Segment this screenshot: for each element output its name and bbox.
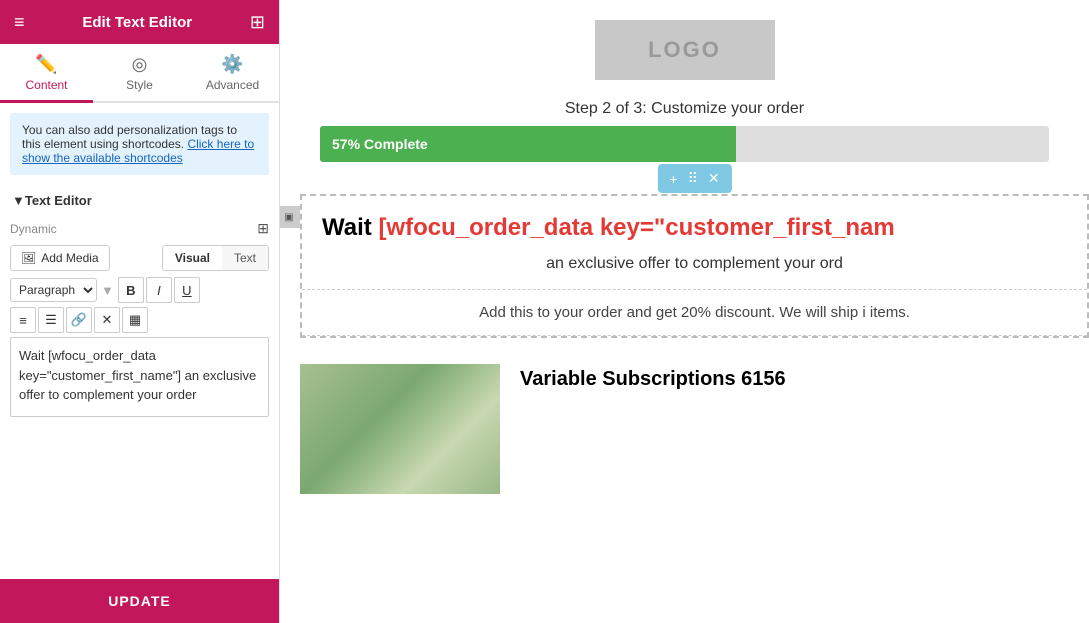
widget-selected-area: + ⠿ ✕ ▣ Wait [wfocu_order_data key="cust… bbox=[300, 194, 1089, 338]
add-media-label: Add Media bbox=[41, 251, 98, 265]
advanced-icon: ⚙️ bbox=[221, 54, 243, 75]
top-bar: ≡ Edit Text Editor ⊞ bbox=[0, 0, 279, 44]
remove-format-icon[interactable]: ✕ bbox=[94, 307, 120, 333]
section-header[interactable]: ▼ Text Editor bbox=[0, 185, 279, 216]
product-row: Variable Subscriptions 6156 bbox=[280, 348, 1089, 510]
step-text: Step 2 of 3: Customize your order bbox=[280, 90, 1089, 126]
logo-text: LOGO bbox=[648, 37, 721, 63]
editor-buttons-row: 🖼 Add Media Visual Text bbox=[10, 245, 269, 271]
content-icon: ✏️ bbox=[35, 54, 57, 75]
product-details: Variable Subscriptions 6156 bbox=[520, 364, 786, 391]
bold-button[interactable]: B bbox=[118, 277, 144, 303]
section-label: Text Editor bbox=[25, 193, 92, 208]
italic-button[interactable]: I bbox=[146, 277, 172, 303]
main-heading: Wait [wfocu_order_data key="customer_fir… bbox=[302, 196, 1087, 247]
heading-prefix: Wait bbox=[322, 214, 378, 241]
left-panel: ≡ Edit Text Editor ⊞ ✏️ Content ◎ Style … bbox=[0, 0, 280, 623]
handle-icon: ▣ bbox=[284, 212, 293, 223]
collapse-arrow-icon: ▼ bbox=[12, 193, 25, 208]
progress-bar: 57% Complete bbox=[320, 126, 736, 162]
underline-button[interactable]: U bbox=[174, 277, 200, 303]
product-image bbox=[300, 364, 500, 494]
update-button[interactable]: UPDATE bbox=[108, 593, 171, 609]
bottom-bar: UPDATE bbox=[0, 579, 279, 623]
dynamic-label: Dynamic bbox=[10, 222, 57, 236]
add-media-button[interactable]: 🖼 Add Media bbox=[10, 245, 110, 271]
offer-text: Add this to your order and get 20% disco… bbox=[479, 304, 910, 321]
panel-title: Edit Text Editor bbox=[82, 14, 192, 31]
ft-move-button[interactable]: ⠿ bbox=[684, 168, 702, 189]
hamburger-icon[interactable]: ≡ bbox=[14, 12, 25, 33]
dynamic-grid-icon[interactable]: ⊞ bbox=[257, 220, 269, 237]
product-title: Variable Subscriptions 6156 bbox=[520, 364, 786, 391]
progress-label: 57% Complete bbox=[332, 136, 428, 152]
visual-text-tabs: Visual Text bbox=[162, 245, 269, 271]
tab-style[interactable]: ◎ Style bbox=[93, 44, 186, 103]
logo-box: LOGO bbox=[595, 20, 775, 80]
tab-advanced-label: Advanced bbox=[206, 78, 259, 92]
format-bar: Paragraph ▼ B I U bbox=[10, 277, 269, 303]
offer-text-area: Add this to your order and get 20% disco… bbox=[302, 290, 1087, 336]
editor-top-bar: Dynamic ⊞ bbox=[10, 216, 269, 241]
tab-content[interactable]: ✏️ Content bbox=[0, 44, 93, 103]
widget-handle[interactable]: ▣ bbox=[280, 206, 300, 228]
text-tab[interactable]: Text bbox=[222, 246, 268, 270]
progress-container: 57% Complete bbox=[320, 126, 1049, 162]
format-bar2: ≡ ☰ 🔗 ✕ ▦ bbox=[10, 307, 269, 333]
visual-tab[interactable]: Visual bbox=[163, 246, 222, 270]
add-media-icon: 🖼 bbox=[21, 251, 36, 265]
editor-area: Dynamic ⊞ 🖼 Add Media Visual Text Paragr… bbox=[0, 216, 279, 579]
tab-content-label: Content bbox=[25, 78, 67, 92]
right-content: LOGO Step 2 of 3: Customize your order 5… bbox=[280, 0, 1089, 623]
ft-close-button[interactable]: ✕ bbox=[704, 168, 724, 189]
heading-shortcode: [wfocu_order_data key="customer_first_na… bbox=[378, 214, 894, 241]
info-box: You can also add personalization tags to… bbox=[10, 113, 269, 175]
page-content: LOGO Step 2 of 3: Customize your order 5… bbox=[280, 0, 1089, 623]
style-icon: ◎ bbox=[132, 54, 148, 75]
editor-text: Wait [wfocu_order_data key="customer_fir… bbox=[19, 348, 256, 402]
tab-style-label: Style bbox=[126, 78, 153, 92]
format-select[interactable]: Paragraph bbox=[10, 278, 97, 302]
tab-advanced[interactable]: ⚙️ Advanced bbox=[186, 44, 279, 103]
step-label: Step 2 of 3: Customize your order bbox=[565, 100, 804, 117]
link-icon[interactable]: 🔗 bbox=[66, 307, 92, 333]
logo-area: LOGO bbox=[280, 0, 1089, 90]
align-left-icon[interactable]: ≡ bbox=[10, 307, 36, 333]
subtext-content: an exclusive offer to complement your or… bbox=[546, 255, 843, 272]
ft-add-button[interactable]: + bbox=[665, 169, 681, 189]
tabs-bar: ✏️ Content ◎ Style ⚙️ Advanced bbox=[0, 44, 279, 103]
table-icon[interactable]: ▦ bbox=[122, 307, 148, 333]
text-editor-content[interactable]: Wait [wfocu_order_data key="customer_fir… bbox=[10, 337, 269, 417]
grid-icon[interactable]: ⊞ bbox=[250, 12, 265, 33]
subtext-area: an exclusive offer to complement your or… bbox=[302, 247, 1087, 290]
align-center-icon[interactable]: ☰ bbox=[38, 307, 64, 333]
floating-toolbar: + ⠿ ✕ bbox=[657, 164, 731, 193]
